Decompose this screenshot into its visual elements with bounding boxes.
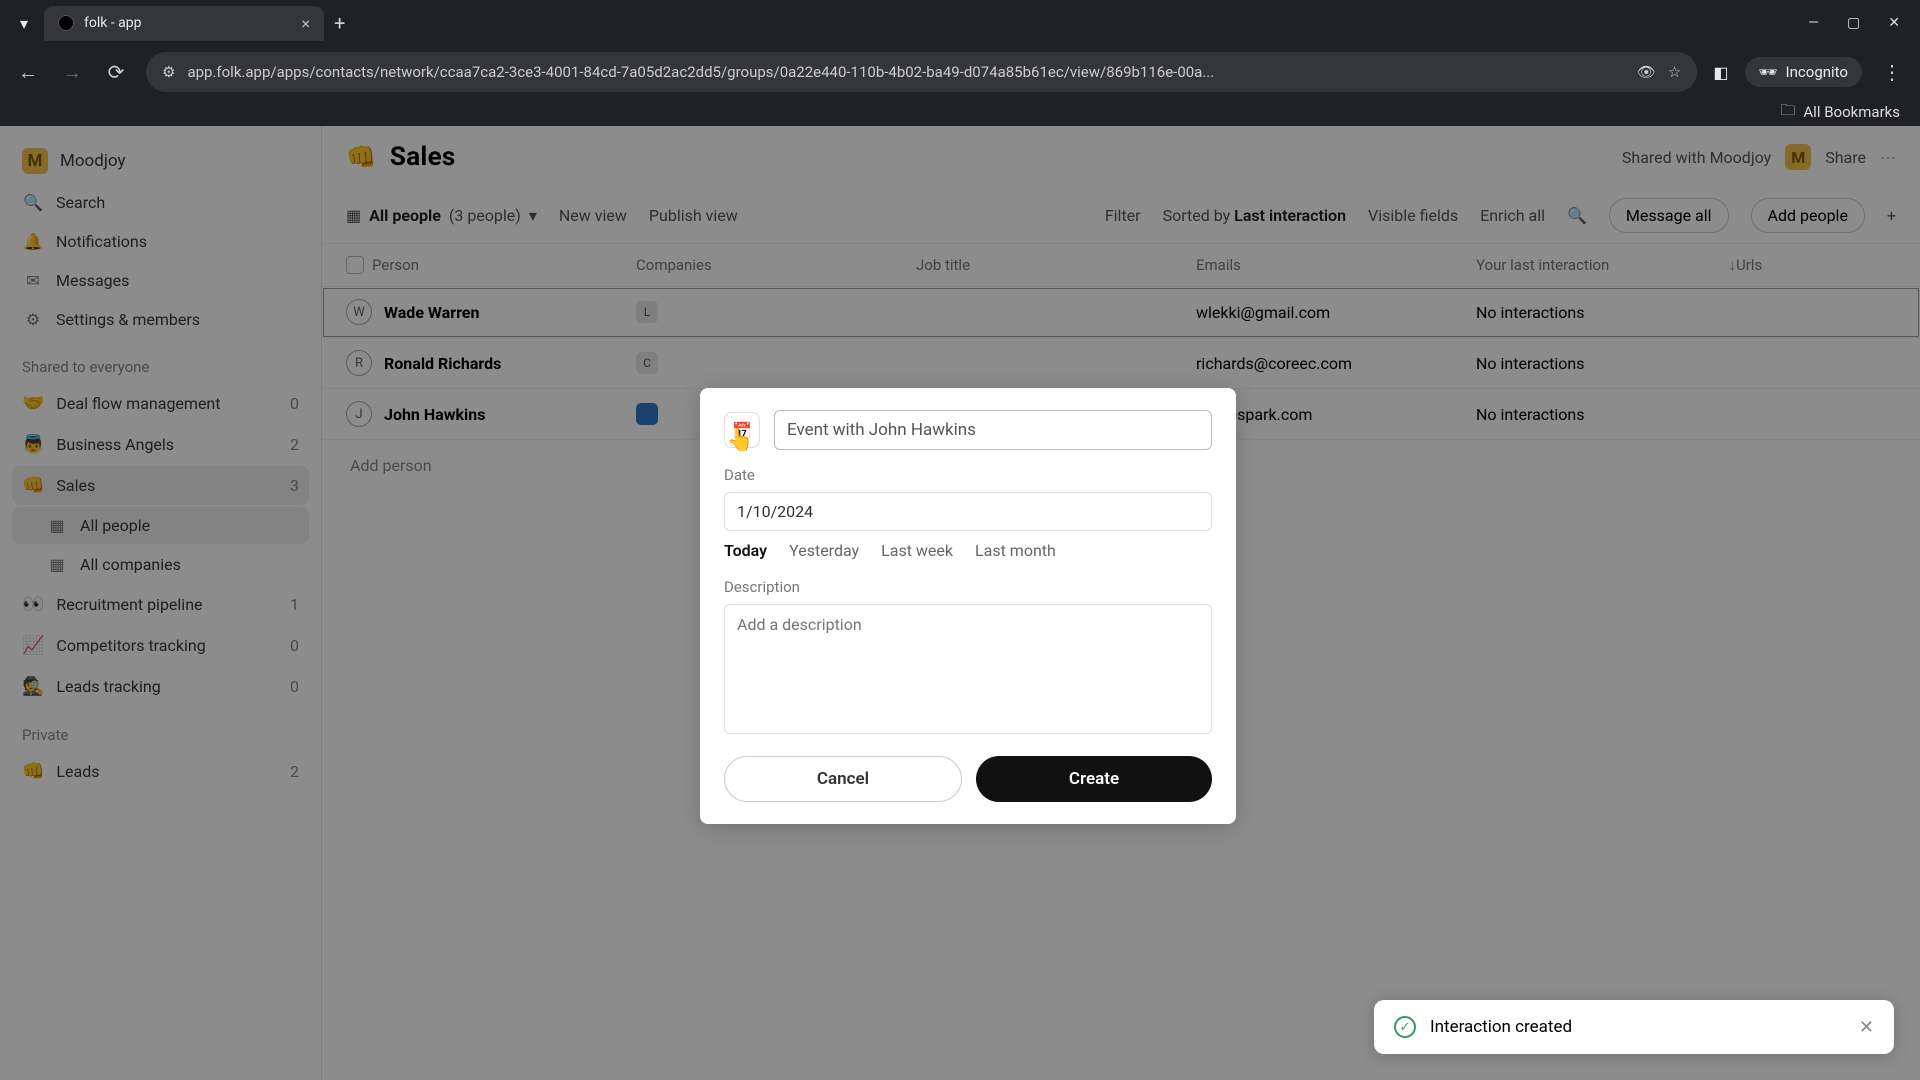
reload-icon[interactable]: ⟳: [102, 58, 130, 86]
forward-icon[interactable]: →: [58, 58, 86, 86]
incognito-icon: 🕶: [1759, 63, 1778, 81]
browser-tab[interactable]: folk - app ×: [44, 6, 324, 41]
browser-chrome: ▾ folk - app × + — ▢ ✕ ← → ⟳ ⚙ app.folk.…: [0, 0, 1920, 126]
description-input[interactable]: [724, 604, 1212, 734]
new-tab-button[interactable]: +: [334, 11, 345, 35]
close-tab-icon[interactable]: ×: [301, 14, 310, 33]
create-button[interactable]: Create: [976, 756, 1212, 802]
all-bookmarks[interactable]: All Bookmarks: [1803, 103, 1900, 121]
close-window-icon[interactable]: ✕: [1888, 15, 1900, 31]
tab-title: folk - app: [84, 15, 142, 31]
close-toast-icon[interactable]: ✕: [1859, 1017, 1874, 1038]
quick-last-month[interactable]: Last month: [975, 541, 1056, 560]
eye-off-icon[interactable]: 👁: [1637, 63, 1656, 81]
cursor-pointer-icon: 👆: [726, 428, 753, 453]
incognito-badge[interactable]: 🕶 Incognito: [1745, 57, 1863, 87]
event-title-input[interactable]: [774, 410, 1212, 450]
minimize-icon[interactable]: —: [1808, 15, 1819, 31]
menu-icon[interactable]: ⋮: [1878, 58, 1906, 86]
description-label: Description: [724, 578, 1212, 596]
side-panel-icon[interactable]: ◧: [1713, 63, 1728, 82]
create-event-modal: 📅 Date 1/10/2024 Today Yesterday Last we…: [700, 388, 1236, 824]
date-input[interactable]: 1/10/2024: [724, 492, 1212, 531]
toast-message: Interaction created: [1430, 1017, 1572, 1037]
bookmarks-folder-icon: 🗀: [1780, 100, 1795, 125]
quick-last-week[interactable]: Last week: [881, 541, 953, 560]
star-icon[interactable]: ☆: [1668, 63, 1681, 81]
check-circle-icon: ✓: [1394, 1016, 1416, 1038]
site-settings-icon[interactable]: ⚙: [162, 63, 175, 81]
cancel-button[interactable]: Cancel: [724, 756, 962, 802]
maximize-icon[interactable]: ▢: [1847, 15, 1860, 31]
back-icon[interactable]: ←: [14, 58, 42, 86]
quick-yesterday[interactable]: Yesterday: [789, 541, 859, 560]
date-label: Date: [724, 466, 1212, 484]
tab-dropdown[interactable]: ▾: [12, 11, 36, 35]
toast-success: ✓ Interaction created ✕: [1374, 1000, 1894, 1054]
favicon-icon: [58, 15, 74, 31]
quick-today[interactable]: Today: [724, 541, 767, 560]
url-text: app.folk.app/apps/contacts/network/ccaa7…: [187, 63, 1624, 81]
